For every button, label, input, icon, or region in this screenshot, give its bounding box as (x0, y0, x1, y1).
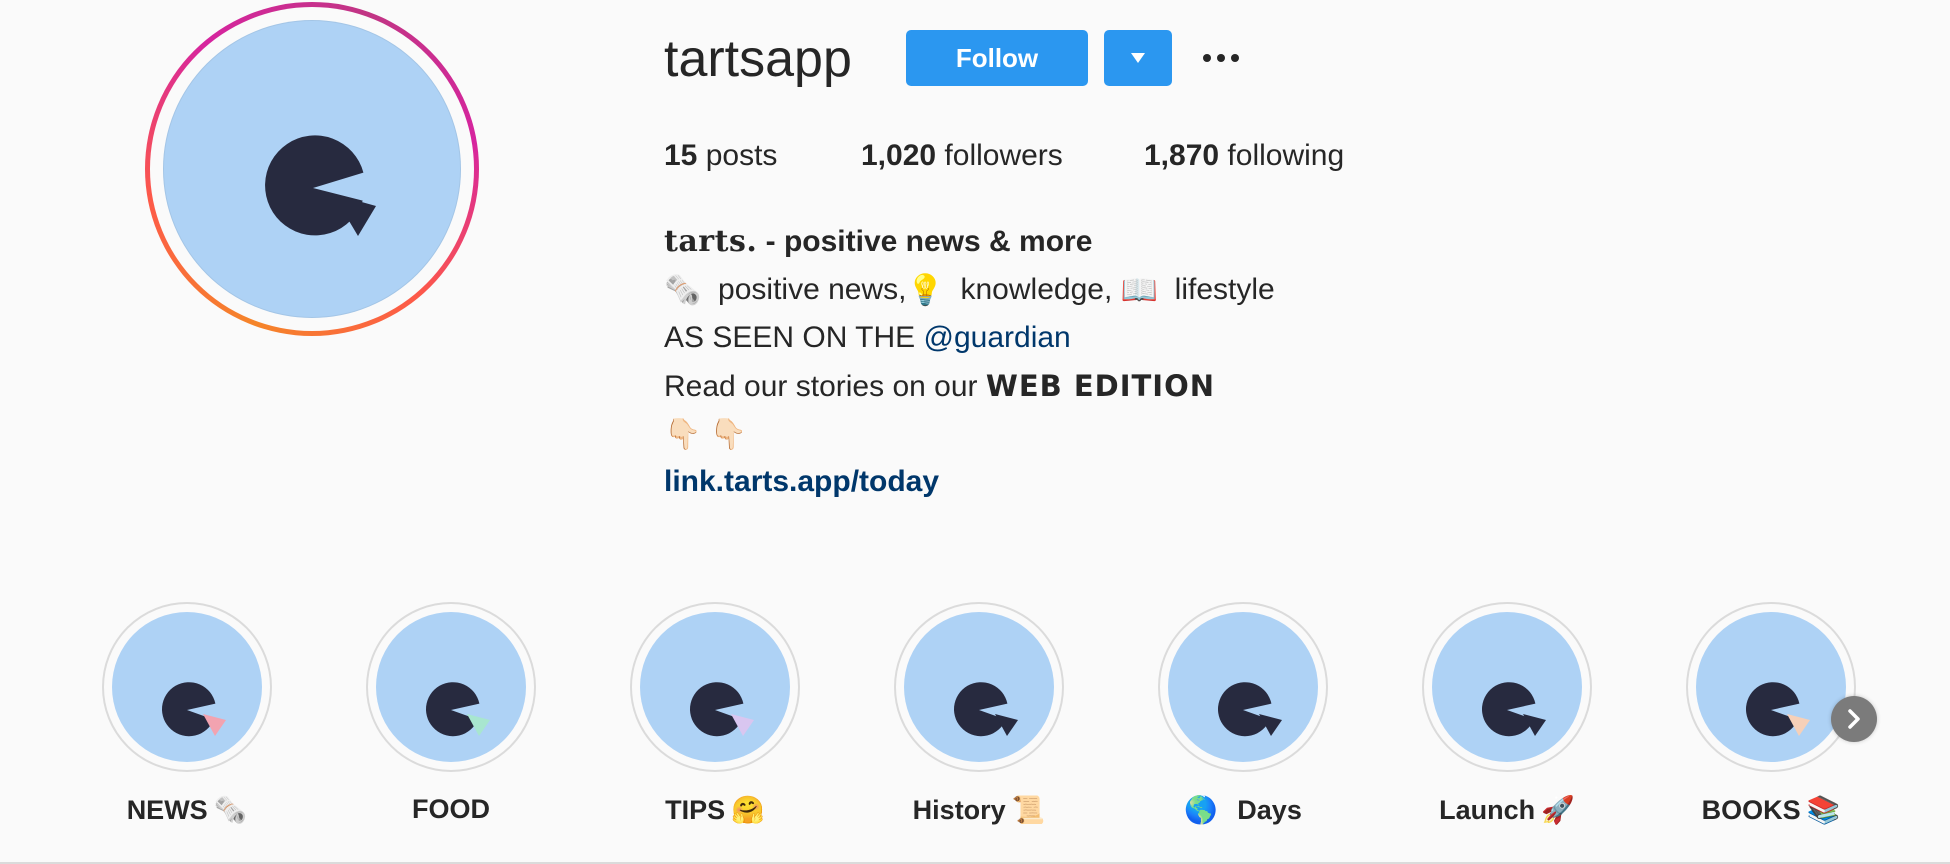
follow-button[interactable]: Follow (906, 30, 1088, 86)
followers-label: followers (944, 139, 1063, 172)
tarts-logo-icon (161, 682, 226, 737)
following-stat[interactable]: 1,870 following (1144, 136, 1344, 176)
rocket-icon: 🚀 (1541, 795, 1575, 825)
highlight-label: 🌎 Days (1157, 794, 1329, 826)
bio-web-edition-text: WEB EDITION (985, 369, 1216, 403)
more-options-button[interactable] (1196, 36, 1246, 80)
profile-avatar-ring[interactable] (145, 2, 479, 336)
followers-stat[interactable]: 1,020 followers (861, 136, 1063, 176)
bio-brand-name: tarts. (664, 224, 758, 259)
highlight-label: FOOD (365, 794, 537, 825)
highlight-label: BOOKS 📚 (1685, 794, 1857, 826)
profile-bio: tarts. - positive news & more 🗞️ positiv… (664, 218, 1275, 506)
profile-avatar[interactable] (163, 20, 461, 318)
highlight-ring (1686, 602, 1856, 772)
highlight-item[interactable]: History 📜 (893, 602, 1065, 826)
following-label: following (1227, 139, 1345, 172)
more-horizontal-icon (1203, 54, 1211, 62)
more-horizontal-icon (1217, 54, 1225, 62)
books-icon: 📚 (1806, 795, 1841, 825)
highlight-cover (640, 612, 790, 762)
highlight-label-text: BOOKS (1701, 794, 1801, 825)
newspaper-icon: 🗞️ (664, 274, 702, 308)
bio-title: tarts. - positive news & more (664, 218, 1275, 266)
highlight-label: History 📜 (893, 794, 1065, 826)
highlight-ring (102, 602, 272, 772)
highlight-cover (112, 612, 262, 762)
highlight-label-text: FOOD (412, 794, 490, 824)
highlight-cover (904, 612, 1054, 762)
highlight-ring (1158, 602, 1328, 772)
highlight-ring (630, 602, 800, 772)
highlight-label: Launch 🚀 (1421, 794, 1593, 826)
tarts-logo-icon (1745, 682, 1810, 737)
bio-line-topics: 🗞️ positive news,💡 knowledge, 📖 lifestyl… (664, 266, 1275, 314)
highlight-item[interactable]: NEWS 🗞️ (101, 602, 273, 826)
highlight-label-text: History (912, 794, 1006, 825)
highlights-next-button[interactable] (1831, 696, 1877, 742)
followers-count: 1,020 (861, 139, 937, 172)
highlight-cover (1168, 612, 1318, 762)
bio-line-pointing: 👇🏻 👇🏻 (664, 410, 1275, 458)
profile-username: tartsapp (664, 30, 852, 88)
tarts-logo-icon (953, 682, 1018, 737)
highlight-cover (1696, 612, 1846, 762)
tarts-logo-icon (425, 682, 490, 737)
guardian-mention-link[interactable]: @guardian (924, 321, 1071, 354)
posts-count: 15 (664, 139, 698, 172)
hugging-face-icon: 🤗 (731, 795, 765, 825)
highlight-label-text: TIPS (665, 794, 726, 825)
posts-stat: 15 posts (664, 136, 777, 176)
bio-topic-news: positive news, (718, 273, 907, 306)
bio-title-text: - positive news & more (765, 225, 1093, 258)
globe-icon: 🌎 (1184, 795, 1218, 825)
bio-line-web-edition: Read our stories on our WEB EDITION (664, 362, 1275, 410)
bio-line-link: link.tarts.app/today (664, 458, 1275, 506)
chevron-down-icon (1131, 53, 1145, 63)
bio-topic-lifestyle: lifestyle (1174, 273, 1275, 306)
bio-line-seen-on: AS SEEN ON THE @guardian (664, 314, 1275, 362)
open-book-icon: 📖 (1120, 274, 1158, 308)
highlight-label: TIPS 🤗 (629, 794, 801, 826)
bio-read-stories-text: Read our stories on our (664, 370, 986, 403)
highlight-item[interactable]: FOOD (365, 602, 537, 825)
highlight-label-text: NEWS (126, 794, 208, 825)
highlight-ring (894, 602, 1064, 772)
pointing-down-icon: 👇🏻 👇🏻 (664, 418, 748, 452)
highlight-item[interactable]: 🌎 Days (1157, 602, 1329, 826)
following-count: 1,870 (1144, 139, 1220, 172)
highlight-cover (376, 612, 526, 762)
suggested-accounts-dropdown-button[interactable] (1104, 30, 1172, 86)
bio-seen-on-text: AS SEEN ON THE (664, 321, 924, 354)
highlight-item[interactable]: TIPS 🤗 (629, 602, 801, 826)
lightbulb-icon: 💡 (906, 274, 944, 308)
tarts-logo-icon (265, 135, 376, 236)
bio-external-link[interactable]: link.tarts.app/today (664, 465, 939, 498)
tarts-logo-icon (1217, 682, 1282, 737)
scroll-icon: 📜 (1011, 795, 1046, 825)
highlight-label-text: Days (1237, 794, 1302, 825)
highlight-cover (1432, 612, 1582, 762)
highlight-item[interactable]: Launch 🚀 (1421, 602, 1593, 826)
bio-topic-knowledge: knowledge, (960, 273, 1113, 306)
posts-label: posts (705, 139, 778, 172)
tarts-logo-icon (689, 682, 754, 737)
highlight-label-text: Launch (1439, 794, 1536, 825)
tarts-logo-icon (1481, 682, 1546, 737)
chevron-right-icon (1848, 709, 1860, 729)
newspaper-icon: 🗞️ (213, 795, 248, 825)
highlight-ring (366, 602, 536, 772)
highlight-label: NEWS 🗞️ (101, 794, 273, 826)
more-horizontal-icon (1231, 54, 1239, 62)
highlight-ring (1422, 602, 1592, 772)
